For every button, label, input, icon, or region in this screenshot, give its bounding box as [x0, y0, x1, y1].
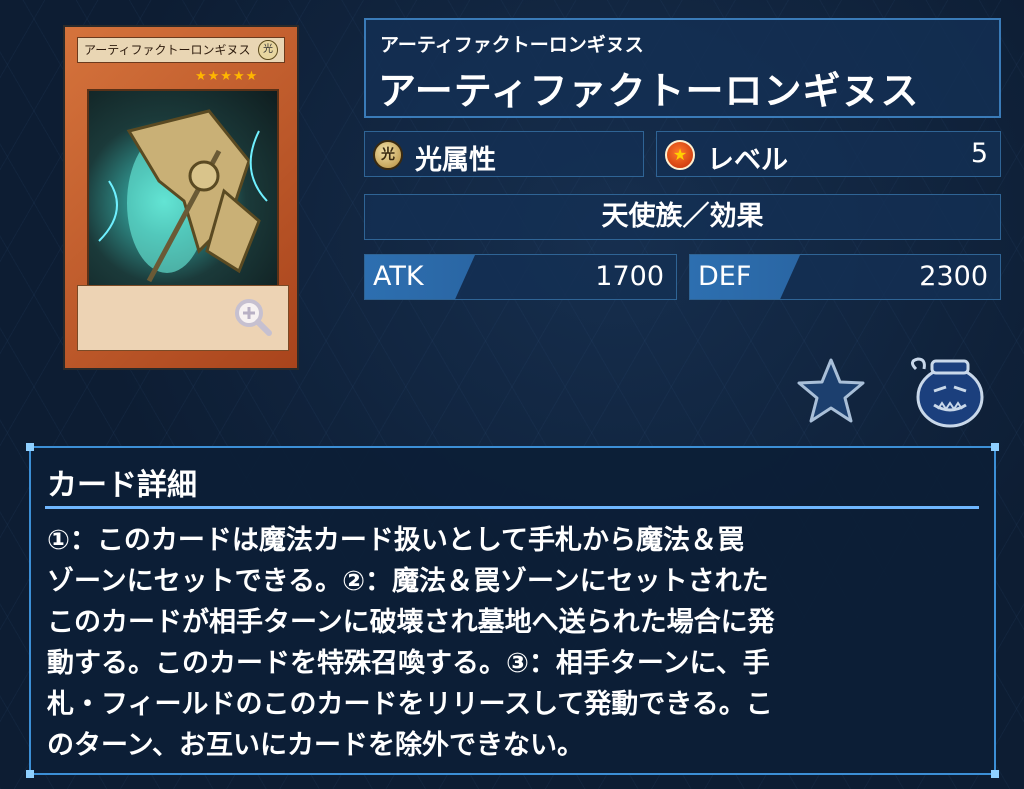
detail-divider — [45, 506, 979, 509]
card-name: アーティファクトーロンギヌス — [378, 69, 920, 113]
card-image-name: アーティファクトーロンギヌス 光 — [77, 37, 285, 63]
type-panel: 天使族／効果 — [364, 194, 1001, 240]
favorite-star-icon[interactable] — [796, 356, 866, 426]
card-attribute-mini-icon: 光 — [258, 40, 278, 60]
effect-line: ゾーンにセットできる。②：魔法＆罠ゾーンにセットされた — [47, 566, 769, 597]
atk-value: 1700 — [595, 261, 664, 292]
card-name-kana: アーティファクトーロンギヌス — [380, 34, 644, 56]
type-line: 天使族／効果 — [601, 201, 764, 232]
effect-line: ①：このカードは魔法カード扱いとして手札から魔法＆罠 — [47, 525, 745, 556]
level-label: レベル — [707, 145, 788, 176]
atk-panel: ATK 1700 — [364, 254, 677, 300]
card-artwork — [87, 89, 279, 294]
effect-line: 動する。このカードを特殊召喚する。③：相手ターンに、手 — [47, 648, 770, 679]
def-value: 2300 — [919, 261, 988, 292]
card-image-name-text: アーティファクトーロンギヌス — [84, 43, 251, 57]
def-label: DEF — [698, 261, 752, 292]
card-text-box — [77, 285, 289, 351]
card-image[interactable]: アーティファクトーロンギヌス 光 ★★★★★ — [63, 25, 299, 370]
effect-line: のターン、お互いにカードを除外できない。 — [47, 730, 585, 761]
level-panel: ★ レベル 5 — [656, 131, 1001, 177]
light-attribute-icon: 光 — [373, 140, 403, 170]
attribute-panel: 光 光属性 — [364, 131, 644, 177]
card-effect-text: ①：このカードは魔法カード扱いとして手札から魔法＆罠 ゾーンにセットできる。②：… — [47, 520, 977, 766]
atk-tag: ATK — [365, 255, 475, 299]
zoom-icon[interactable] — [232, 296, 272, 336]
level-value: 5 — [970, 138, 988, 169]
card-level-stars: ★★★★★ — [195, 69, 259, 84]
def-tag: DEF — [690, 255, 800, 299]
effect-line: 札・フィールドのこのカードをリリースして発動できる。こ — [47, 689, 773, 720]
card-name-panel: アーティファクトーロンギヌス アーティファクトーロンギヌス — [364, 18, 1001, 118]
effect-line: このカードが相手ターンに破壊され墓地へ送られた場合に発 — [47, 607, 775, 638]
atk-label: ATK — [373, 261, 424, 292]
level-star-icon: ★ — [665, 140, 695, 170]
attribute-label: 光属性 — [415, 145, 496, 176]
pot-icon[interactable] — [904, 355, 986, 429]
card-detail-box: カード詳細 ①：このカードは魔法カード扱いとして手札から魔法＆罠 ゾーンにセット… — [26, 443, 999, 778]
card-detail-title: カード詳細 — [47, 468, 197, 503]
def-panel: DEF 2300 — [689, 254, 1001, 300]
